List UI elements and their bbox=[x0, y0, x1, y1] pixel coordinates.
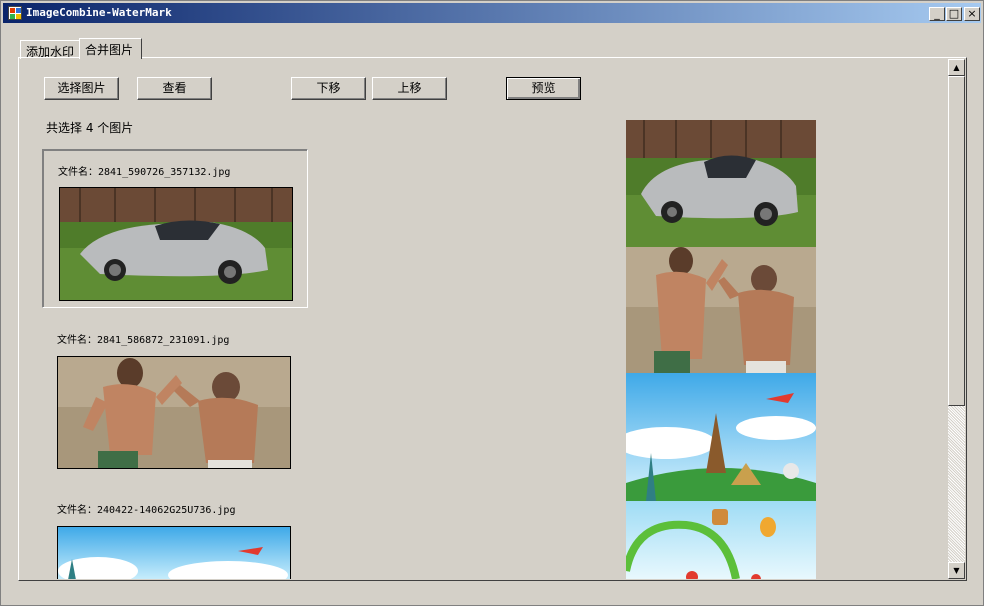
preview-button[interactable]: 预览 bbox=[506, 77, 581, 100]
selected-count-label: 共选择 4 个图片 bbox=[46, 121, 134, 135]
button-label: 选择图片 bbox=[57, 81, 106, 95]
button-label: 查看 bbox=[162, 81, 187, 95]
tab-label: 合并图片 bbox=[85, 43, 134, 57]
file-name-label: 文件名：2841_586872_231091.jpg bbox=[57, 335, 230, 346]
close-icon: × bbox=[967, 7, 977, 20]
app-window: ImageCombine-WaterMark _ □ × 添加水印 合并图片 选… bbox=[0, 0, 984, 606]
move-up-button[interactable]: 上移 bbox=[372, 77, 447, 100]
scroll-up-button[interactable]: ▲ bbox=[948, 59, 965, 76]
button-label: 下移 bbox=[316, 81, 341, 95]
window-title: ImageCombine-WaterMark bbox=[26, 6, 172, 19]
button-label: 预览 bbox=[531, 81, 556, 95]
title-bar[interactable]: ImageCombine-WaterMark _ □ × bbox=[3, 3, 981, 23]
vertical-scrollbar[interactable]: ▲ ▼ bbox=[948, 59, 965, 579]
maximize-button[interactable]: □ bbox=[946, 7, 962, 21]
select-images-button[interactable]: 选择图片 bbox=[44, 77, 119, 100]
maximize-icon: □ bbox=[948, 7, 960, 20]
minimize-button[interactable]: _ bbox=[929, 7, 945, 21]
close-button[interactable]: × bbox=[964, 7, 980, 21]
tab-merge-images[interactable]: 合并图片 bbox=[79, 38, 142, 59]
move-down-button[interactable]: 下移 bbox=[291, 77, 366, 100]
scroll-thumb[interactable] bbox=[948, 76, 965, 406]
file-thumbnail-boxers[interactable] bbox=[57, 356, 291, 469]
file-thumbnail-car[interactable] bbox=[59, 187, 293, 301]
preview-image-car bbox=[626, 120, 816, 247]
file-name-label: 文件名：240422-14062G25U736.jpg bbox=[57, 505, 236, 516]
button-label: 上移 bbox=[397, 81, 422, 95]
arrow-up-icon: ▲ bbox=[953, 63, 960, 72]
preview-image-boxers bbox=[626, 247, 816, 373]
merge-preview bbox=[626, 120, 816, 579]
app-icon bbox=[8, 6, 22, 20]
file-thumbnail-landmarks[interactable] bbox=[57, 526, 291, 579]
minimize-icon: _ bbox=[934, 7, 940, 20]
file-name-label: 文件名：2841_590726_357132.jpg bbox=[58, 167, 231, 178]
preview-image-park bbox=[626, 501, 816, 579]
view-button[interactable]: 查看 bbox=[137, 77, 212, 100]
scroll-down-button[interactable]: ▼ bbox=[948, 562, 965, 579]
arrow-down-icon: ▼ bbox=[953, 566, 960, 575]
preview-image-landmarks bbox=[626, 373, 816, 501]
